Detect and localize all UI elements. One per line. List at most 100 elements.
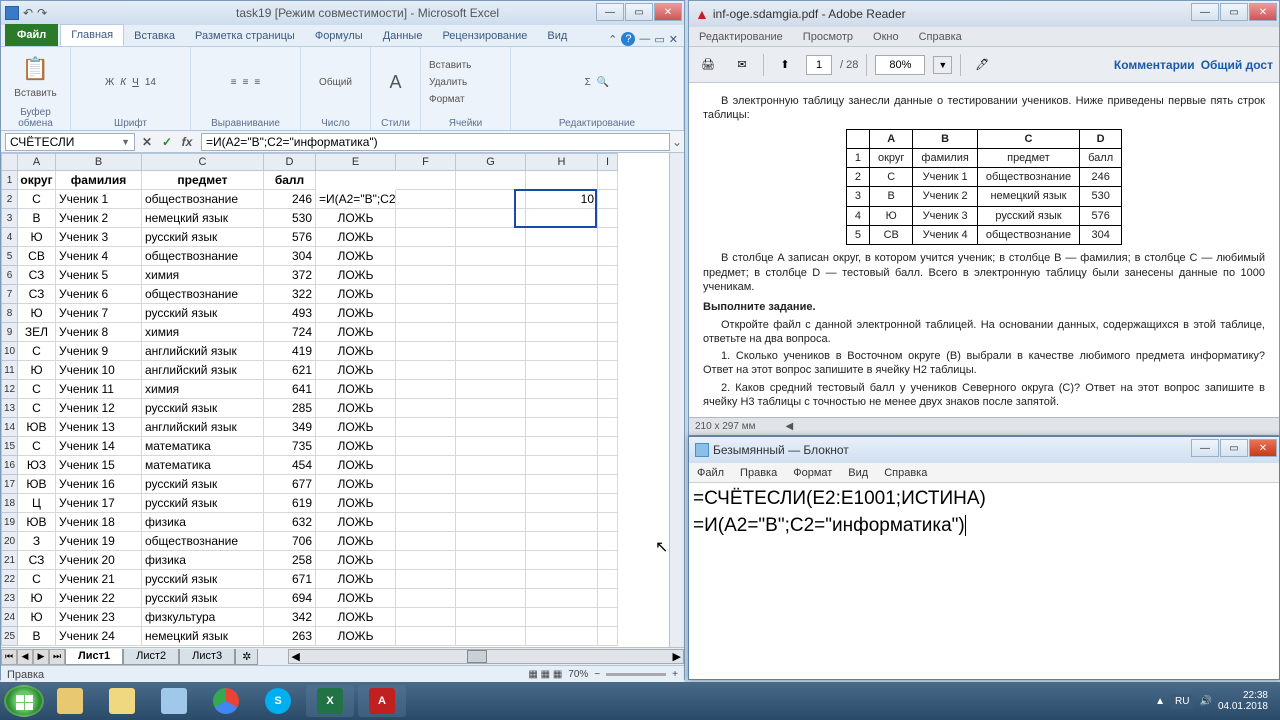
cell[interactable]: 706 bbox=[264, 532, 316, 551]
cell[interactable]: 258 bbox=[264, 551, 316, 570]
accept-formula-icon[interactable]: ✓ bbox=[159, 135, 175, 149]
col-header[interactable]: H bbox=[526, 153, 598, 171]
cell[interactable] bbox=[456, 228, 526, 247]
row-header[interactable]: 5 bbox=[1, 247, 18, 266]
cell[interactable] bbox=[526, 266, 598, 285]
cell[interactable]: ЛОЖЬ bbox=[316, 361, 396, 380]
row-header[interactable]: 17 bbox=[1, 475, 18, 494]
cell[interactable] bbox=[598, 475, 618, 494]
menu-edit[interactable]: Редактирование bbox=[689, 31, 793, 43]
cell[interactable]: Ученик 7 bbox=[56, 304, 142, 323]
cell[interactable] bbox=[396, 494, 456, 513]
cell[interactable]: ЛОЖЬ bbox=[316, 380, 396, 399]
pdf-viewport[interactable]: В электронную таблицу занесли данные о т… bbox=[689, 83, 1279, 417]
cell[interactable] bbox=[396, 380, 456, 399]
cell[interactable]: 285 bbox=[264, 399, 316, 418]
cell[interactable] bbox=[396, 551, 456, 570]
notepad-titlebar[interactable]: Безымянный — Блокнот — ▭ ✕ bbox=[689, 437, 1279, 463]
cell[interactable]: 671 bbox=[264, 570, 316, 589]
cell[interactable]: Ученик 13 bbox=[56, 418, 142, 437]
cell[interactable]: 530 bbox=[264, 209, 316, 228]
cell[interactable] bbox=[396, 361, 456, 380]
undo-icon[interactable]: ↶ bbox=[23, 6, 33, 20]
cell[interactable] bbox=[526, 532, 598, 551]
cell[interactable]: 619 bbox=[264, 494, 316, 513]
cell[interactable] bbox=[396, 570, 456, 589]
cell[interactable]: химия bbox=[142, 323, 264, 342]
cell[interactable] bbox=[598, 171, 618, 190]
cell[interactable] bbox=[526, 418, 598, 437]
cell[interactable]: ЮВ bbox=[18, 418, 56, 437]
cell[interactable] bbox=[456, 494, 526, 513]
cell[interactable]: 677 bbox=[264, 475, 316, 494]
cell[interactable]: ЛОЖЬ bbox=[316, 342, 396, 361]
cell[interactable] bbox=[396, 475, 456, 494]
zoom-slider[interactable] bbox=[606, 673, 666, 676]
vertical-scrollbar[interactable] bbox=[669, 153, 684, 647]
cell[interactable]: Ученик 6 bbox=[56, 285, 142, 304]
cell[interactable]: 724 bbox=[264, 323, 316, 342]
close-button[interactable]: ✕ bbox=[654, 3, 682, 21]
cell[interactable] bbox=[456, 190, 526, 209]
new-sheet-icon[interactable]: ✲ bbox=[235, 649, 258, 665]
cell[interactable]: ЗЕЛ bbox=[18, 323, 56, 342]
cell[interactable]: ЛОЖЬ bbox=[316, 304, 396, 323]
notepad-textarea[interactable]: =СЧЁТЕСЛИ(E2:E1001;ИСТИНА) =И(A2="В";C2=… bbox=[689, 483, 1279, 541]
cell[interactable]: балл bbox=[264, 171, 316, 190]
cell[interactable]: Ученик 23 bbox=[56, 608, 142, 627]
cell[interactable]: химия bbox=[142, 380, 264, 399]
cell[interactable] bbox=[396, 209, 456, 228]
cell[interactable]: физика bbox=[142, 551, 264, 570]
cell[interactable] bbox=[598, 342, 618, 361]
cell[interactable] bbox=[396, 608, 456, 627]
cell[interactable]: русский язык bbox=[142, 304, 264, 323]
col-header[interactable]: B bbox=[56, 153, 142, 171]
cell[interactable] bbox=[526, 513, 598, 532]
row-header[interactable]: 13 bbox=[1, 399, 18, 418]
cell[interactable] bbox=[526, 304, 598, 323]
cell[interactable] bbox=[598, 266, 618, 285]
print-icon[interactable]: 🖨 bbox=[695, 52, 721, 78]
menu-help[interactable]: Справка bbox=[909, 31, 972, 43]
cell[interactable] bbox=[456, 171, 526, 190]
zoom-value[interactable]: 70% bbox=[568, 669, 588, 680]
row-header[interactable]: 22 bbox=[1, 570, 18, 589]
cell[interactable]: Ученик 18 bbox=[56, 513, 142, 532]
cell[interactable] bbox=[456, 456, 526, 475]
expand-formula-icon[interactable]: ⌄ bbox=[670, 135, 684, 149]
row-header[interactable]: 4 bbox=[1, 228, 18, 247]
cell[interactable]: ЛОЖЬ bbox=[316, 323, 396, 342]
cell[interactable]: ЮЗ bbox=[18, 456, 56, 475]
close-button[interactable]: ✕ bbox=[1249, 439, 1277, 457]
cell[interactable] bbox=[456, 589, 526, 608]
cell[interactable]: СЗ bbox=[18, 266, 56, 285]
cell[interactable] bbox=[598, 209, 618, 228]
cell[interactable]: 694 bbox=[264, 589, 316, 608]
cell[interactable]: ЛОЖЬ bbox=[316, 627, 396, 646]
maximize-button[interactable]: ▭ bbox=[625, 3, 653, 21]
tab-insert[interactable]: Вставка bbox=[124, 26, 185, 46]
cell[interactable]: Ю bbox=[18, 361, 56, 380]
taskbar-folder[interactable] bbox=[98, 685, 146, 717]
mail-icon[interactable]: ✉ bbox=[729, 52, 755, 78]
cell[interactable] bbox=[396, 190, 456, 209]
cell[interactable]: Ученик 16 bbox=[56, 475, 142, 494]
cell[interactable]: 10 bbox=[526, 190, 598, 209]
row-header[interactable]: 6 bbox=[1, 266, 18, 285]
row-header[interactable]: 9 bbox=[1, 323, 18, 342]
cell[interactable]: С bbox=[18, 399, 56, 418]
cell[interactable]: русский язык bbox=[142, 494, 264, 513]
cell[interactable] bbox=[598, 380, 618, 399]
menu-view[interactable]: Просмотр bbox=[793, 31, 863, 43]
row-header[interactable]: 23 bbox=[1, 589, 18, 608]
cell[interactable] bbox=[526, 437, 598, 456]
row-header[interactable]: 2 bbox=[1, 190, 18, 209]
help-icon[interactable]: ? bbox=[621, 32, 635, 46]
cell[interactable]: 304 bbox=[264, 247, 316, 266]
cell[interactable]: ЛОЖЬ bbox=[316, 589, 396, 608]
sheet-tab-2[interactable]: Лист2 bbox=[123, 649, 179, 665]
start-button[interactable] bbox=[4, 685, 44, 717]
taskbar-excel[interactable]: X bbox=[306, 685, 354, 717]
col-header[interactable]: G bbox=[456, 153, 526, 171]
cell[interactable]: ЛОЖЬ bbox=[316, 437, 396, 456]
